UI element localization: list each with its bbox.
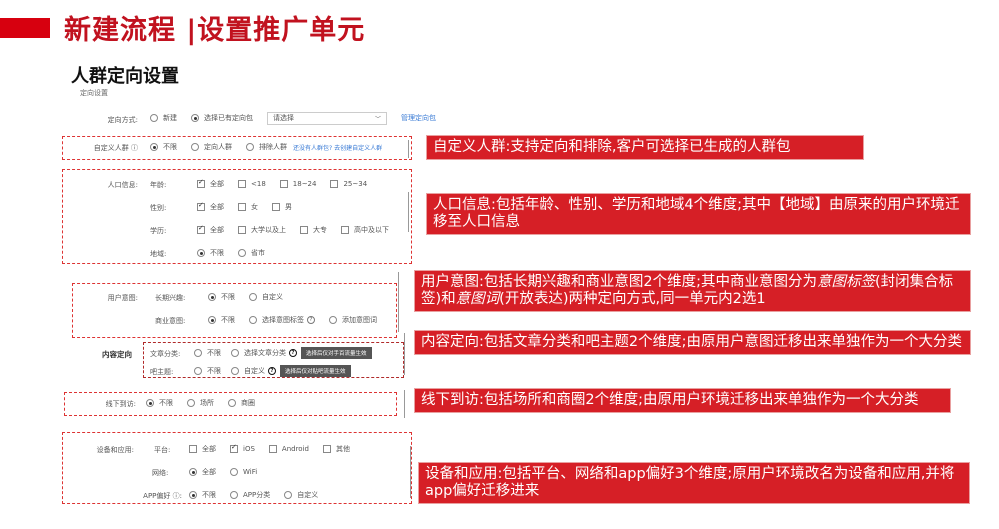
help-icon[interactable]: ?	[307, 316, 315, 324]
bracket-intent	[398, 272, 399, 332]
edu-all-check[interactable]: 全部	[197, 224, 224, 235]
gender-male-check[interactable]: 男	[272, 202, 292, 212]
long-interest-row: 不限 自定义	[208, 289, 297, 305]
slide-title: 新建流程 |设置推广单元	[64, 15, 366, 46]
app-none-radio[interactable]: 不限	[189, 490, 216, 500]
bar-topic-label: 吧主题:	[150, 368, 174, 376]
age-25-34-check[interactable]: 25~34	[330, 180, 367, 188]
article-label: 文章分类:	[150, 350, 181, 358]
network-row: 全部 WiFi	[189, 464, 271, 480]
article-choose-radio[interactable]: 选择文章分类?	[231, 348, 297, 358]
offline-row: 不限 场所 商圈	[146, 395, 269, 411]
audience-none-radio[interactable]: 不限	[150, 142, 177, 152]
biz-none-radio[interactable]: 不限	[208, 315, 235, 325]
bracket-device	[410, 446, 411, 498]
callout-device: 设备和应用:包括平台、网络和app偏好3个维度;原用户环境改名为设备和应用,并将…	[418, 462, 970, 504]
edu-bachelor-check[interactable]: 大学以及上	[238, 225, 286, 235]
offline-none-radio[interactable]: 不限	[146, 398, 173, 408]
education-row: 全部 大学以及上 大专 高中及以下	[197, 222, 389, 238]
app-pref-row: 不限 APP分类 自定义	[189, 487, 332, 503]
article-none-radio[interactable]: 不限	[194, 348, 221, 358]
callout-intent: 用户意图:包括长期兴趣和商业意图2个维度;其中商业意图分为意图标签(封闭集合标签…	[414, 270, 971, 312]
age-18-24-check[interactable]: 18~24	[279, 180, 316, 188]
bracket-content	[404, 333, 405, 375]
bracket-custom-audience	[408, 140, 409, 158]
age-all-check[interactable]: 全部	[197, 178, 224, 189]
network-label: 网络:	[152, 469, 169, 477]
targeting-method-label: 定向方式:	[107, 116, 138, 124]
demographics-label: 人口信息:	[107, 181, 138, 189]
region-label: 地域:	[150, 250, 167, 258]
long-interest-label: 长期兴趣:	[155, 294, 186, 302]
network-wifi-radio[interactable]: WiFi	[230, 468, 257, 476]
platform-ios-check[interactable]: iOS	[230, 443, 255, 453]
bracket-demographics	[408, 192, 409, 232]
platform-row: 全部 iOS Android 其他	[189, 441, 364, 457]
platform-other-check[interactable]: 其他	[322, 444, 350, 454]
article-row: 不限 选择文章分类? 选择后仅对手百流量生效	[194, 345, 372, 361]
targeting-package-select[interactable]: 请选择 ﹀	[267, 111, 387, 125]
device-label: 设备和应用:	[96, 446, 134, 454]
edu-highschool-check[interactable]: 高中及以下	[341, 225, 389, 235]
targeting-existing-radio[interactable]: 选择已有定向包	[191, 113, 253, 123]
platform-android-check[interactable]: Android	[268, 445, 309, 453]
bar-topic-row: 不限 自定义? 选择后仅对贴吧流量生效	[194, 363, 351, 379]
title-accent-bar	[0, 18, 50, 38]
section-subtitle: 定向设置	[80, 89, 108, 97]
age-row: 全部 <18 18~24 25~34	[197, 176, 381, 192]
manage-package-link[interactable]: 管理定向包	[401, 113, 436, 123]
targeting-method-row: 新建 选择已有定向包 请选择 ﹀ 管理定向包	[150, 110, 436, 126]
gender-label: 性别:	[150, 204, 167, 212]
edu-college-check[interactable]: 大专	[300, 225, 327, 235]
region-province-radio[interactable]: 省市	[238, 248, 265, 258]
callout-offline: 线下到访:包括场所和商圈2个维度;由原用户环境迁移出来单独作为一个大分类	[414, 388, 951, 413]
audience-exclude-radio[interactable]: 排除人群	[246, 142, 287, 152]
region-row: 不限 省市	[197, 245, 279, 261]
help-icon[interactable]: ?	[268, 367, 276, 375]
biz-tags-radio[interactable]: 选择意图标签?	[249, 315, 315, 325]
create-audience-link[interactable]: 还没有人群包? 去创建自定义人群	[293, 143, 382, 152]
biz-intent-row: 不限 选择意图标签? 添加意图词	[208, 312, 377, 328]
callout-custom-audience: 自定义人群:支持定向和排除,客户可选择已生成的人群包	[426, 135, 864, 160]
targeting-new-radio[interactable]: 新建	[150, 113, 177, 123]
platform-all-check[interactable]: 全部	[189, 444, 216, 454]
app-category-radio[interactable]: APP分类	[230, 490, 270, 500]
long-custom-radio[interactable]: 自定义	[249, 292, 283, 302]
bracket-offline	[404, 390, 405, 418]
gender-female-check[interactable]: 女	[238, 202, 258, 212]
offline-district-radio[interactable]: 商圈	[228, 398, 255, 408]
intent-label: 用户意图:	[107, 294, 138, 302]
custom-audience-row: 不限 定向人群 排除人群 还没有人群包? 去创建自定义人群	[150, 139, 382, 155]
age-label: 年龄:	[150, 181, 167, 189]
help-icon[interactable]: ?	[289, 349, 297, 357]
callout-demographics: 人口信息:包括年龄、性别、学历和地域4个维度;其中【地域】由原来的用户环境迁移至…	[426, 193, 971, 235]
article-tooltip: 选择后仅对手百流量生效	[301, 347, 372, 359]
long-none-radio[interactable]: 不限	[208, 292, 235, 302]
content-label: 内容定向	[102, 350, 132, 359]
app-custom-radio[interactable]: 自定义	[284, 490, 318, 500]
platform-label: 平台:	[154, 446, 171, 454]
bar-none-radio[interactable]: 不限	[194, 366, 221, 376]
offline-venue-radio[interactable]: 场所	[187, 398, 214, 408]
offline-label: 线下到访:	[105, 400, 136, 408]
biz-words-radio[interactable]: 添加意图词	[329, 315, 377, 325]
age-lt18-check[interactable]: <18	[238, 180, 266, 188]
audience-target-radio[interactable]: 定向人群	[191, 142, 232, 152]
app-pref-label: APP偏好 ⓘ:	[143, 492, 182, 500]
custom-audience-label: 自定义人群 ⓘ	[93, 144, 138, 152]
gender-all-check[interactable]: 全部	[197, 201, 224, 212]
callout-content: 内容定向:包括文章分类和吧主题2个维度;由原用户意图迁移出来单独作为一个大分类	[414, 330, 971, 355]
section-title: 人群定向设置	[71, 66, 179, 87]
bar-custom-radio[interactable]: 自定义?	[231, 366, 276, 376]
chevron-down-icon: ﹀	[374, 115, 381, 123]
gender-row: 全部 女 男	[197, 199, 306, 215]
bar-tooltip: 选择后仅对贴吧流量生效	[280, 365, 351, 377]
biz-intent-label: 商业意图:	[155, 317, 186, 325]
education-label: 学历:	[150, 227, 167, 235]
region-none-radio[interactable]: 不限	[197, 248, 224, 258]
network-all-radio[interactable]: 全部	[189, 467, 216, 477]
